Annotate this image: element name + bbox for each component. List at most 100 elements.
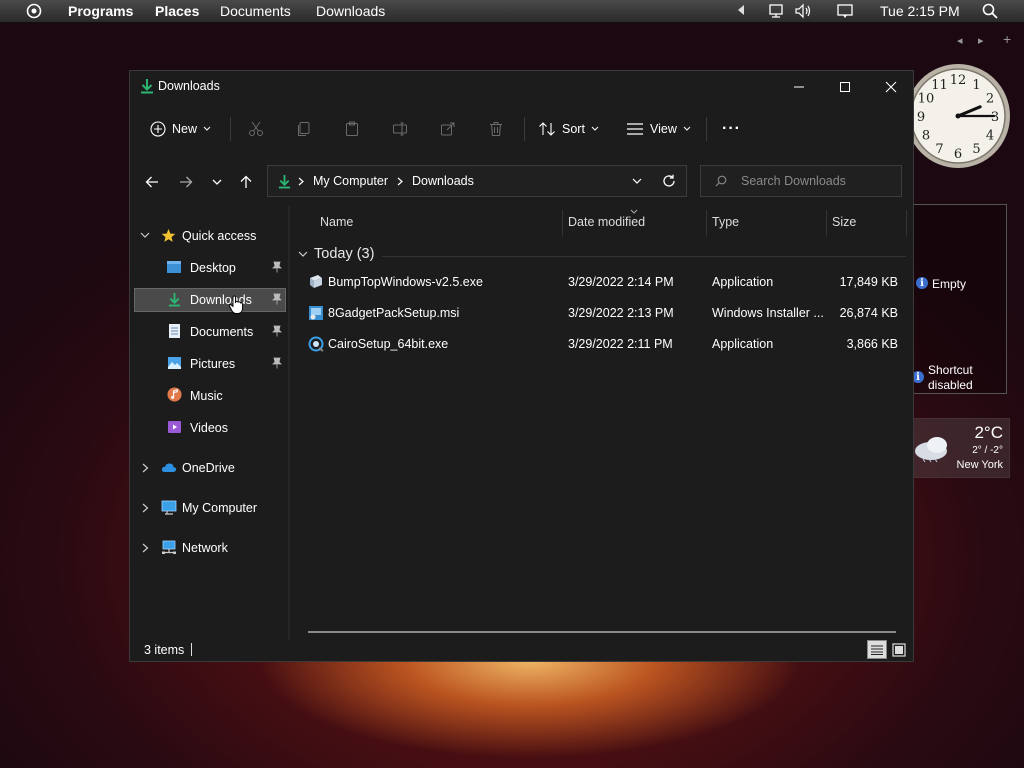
trash-icon xyxy=(490,122,502,136)
sidebar-item-my-computer[interactable]: My Computer xyxy=(134,496,286,520)
menu-documents[interactable]: Documents xyxy=(220,3,291,19)
column-header-name[interactable]: Name xyxy=(320,215,353,229)
sidebar-item-documents[interactable]: Documents xyxy=(134,320,286,344)
title-bar[interactable]: Downloads xyxy=(130,71,913,103)
horizontal-scrollbar[interactable] xyxy=(308,631,896,633)
share-icon xyxy=(441,122,455,136)
cairo-setup-icon xyxy=(308,336,324,352)
details-view-icon xyxy=(871,645,883,655)
table-row[interactable]: 8GadgetPackSetup.msi 3/29/2022 2:13 PM W… xyxy=(290,299,914,327)
gadget-next-icon[interactable]: ▸ xyxy=(978,34,984,47)
desktop-icon xyxy=(167,261,181,273)
up-button[interactable] xyxy=(236,172,256,192)
column-header-size[interactable]: Size xyxy=(832,215,856,229)
network-tray-icon[interactable] xyxy=(768,3,786,19)
recycle-status[interactable]: i Empty xyxy=(916,277,966,291)
tiles-view-button[interactable] xyxy=(889,640,909,659)
table-row[interactable]: BumpTopWindows-v2.5.exe 3/29/2022 2:14 P… xyxy=(290,268,914,296)
sidebar-item-downloads[interactable]: Downloads xyxy=(134,288,286,314)
new-label: New xyxy=(172,122,198,136)
column-header-date[interactable]: Date modified xyxy=(568,215,645,229)
breadcrumb-my-computer[interactable]: My Computer xyxy=(313,174,388,188)
sidebar-item-label: Documents xyxy=(190,325,254,339)
address-bar[interactable]: My Computer Downloads xyxy=(267,165,687,197)
action-center-icon[interactable] xyxy=(836,3,854,19)
tray-expand-icon[interactable] xyxy=(737,5,745,15)
sidebar-item-music[interactable]: Music xyxy=(134,384,286,408)
file-type: Windows Installer ... xyxy=(712,306,824,320)
new-button[interactable]: New xyxy=(150,109,211,149)
view-button[interactable]: View xyxy=(626,109,691,149)
group-header-today[interactable]: Today (3) xyxy=(298,246,374,262)
panel-clock[interactable]: Tue 2:15 PM xyxy=(880,3,960,19)
gadget-prev-icon[interactable]: ◂ xyxy=(957,34,963,47)
file-list-pane: Name Date modified Type Size Today (3) B… xyxy=(290,206,914,640)
clock-center xyxy=(955,113,961,119)
close-button[interactable] xyxy=(868,75,914,99)
sidebar-item-quick-access[interactable]: Quick access xyxy=(134,224,286,248)
search-icon xyxy=(715,175,727,187)
sidebar-item-desktop[interactable]: Desktop xyxy=(134,256,286,280)
forward-button[interactable] xyxy=(176,172,196,192)
command-bar: New Sort View ··· xyxy=(130,109,913,149)
gadget-add-icon[interactable]: + xyxy=(1003,31,1011,47)
weather-gadget[interactable]: 2°C 2° / -2° New York xyxy=(912,418,1010,478)
volume-tray-icon[interactable] xyxy=(794,3,814,19)
sidebar-item-videos[interactable]: Videos xyxy=(134,416,286,440)
weather-city: New York xyxy=(956,459,1003,471)
cloud-icon xyxy=(161,463,177,472)
menu-programs[interactable]: Programs xyxy=(68,3,133,19)
search-box[interactable]: Search Downloads xyxy=(700,165,902,197)
file-type: Application xyxy=(712,275,774,289)
table-row[interactable]: CairoSetup_64bit.exe 3/29/2022 2:11 PM A… xyxy=(290,330,914,358)
document-icon xyxy=(169,324,180,338)
more-options-button[interactable]: ··· xyxy=(722,109,741,149)
back-button[interactable] xyxy=(142,172,162,192)
recycle-bin-gadget: i Empty i Shortcut disabled xyxy=(905,204,1007,394)
minimize-button[interactable] xyxy=(776,75,822,99)
menu-downloads[interactable]: Downloads xyxy=(316,3,385,19)
top-panel: Programs Places Documents Downloads Tue … xyxy=(0,0,1024,23)
share-button[interactable] xyxy=(440,109,456,149)
file-size: 26,874 KB xyxy=(839,306,898,320)
details-view-button[interactable] xyxy=(867,640,887,659)
maximize-button[interactable] xyxy=(822,75,868,99)
tiles-view-icon xyxy=(892,642,906,657)
menu-places[interactable]: Places xyxy=(155,3,199,19)
sidebar-item-network[interactable]: Network xyxy=(134,536,286,560)
chevron-right-icon xyxy=(142,543,149,553)
rename-button[interactable] xyxy=(392,109,408,149)
maximize-icon xyxy=(840,82,850,92)
column-header-type[interactable]: Type xyxy=(712,215,739,229)
delete-button[interactable] xyxy=(488,109,504,149)
sidebar-item-label: Desktop xyxy=(190,261,236,275)
cloud-icon xyxy=(913,433,953,463)
installer-file-icon xyxy=(309,306,323,320)
paste-button[interactable] xyxy=(344,109,360,149)
address-history-icon[interactable] xyxy=(632,178,642,185)
shortcut-label: Shortcut xyxy=(928,363,973,377)
info-icon: i xyxy=(916,277,928,289)
clock-number: 2 xyxy=(986,92,994,107)
sidebar-item-label: Pictures xyxy=(190,357,236,371)
pin-icon xyxy=(272,261,282,273)
network-icon xyxy=(162,540,176,554)
cut-button[interactable] xyxy=(248,109,264,149)
plus-circle-icon xyxy=(150,121,166,137)
refresh-icon[interactable] xyxy=(662,174,676,188)
close-icon xyxy=(885,81,897,93)
copy-button[interactable] xyxy=(296,109,312,149)
breadcrumb-downloads[interactable]: Downloads xyxy=(412,174,474,188)
chevron-down-icon xyxy=(203,126,211,131)
sidebar-item-pictures[interactable]: Pictures xyxy=(134,352,286,376)
search-icon[interactable] xyxy=(982,3,998,19)
recent-locations-button[interactable] xyxy=(207,172,227,192)
file-name: CairoSetup_64bit.exe xyxy=(328,337,449,351)
file-date: 3/29/2022 2:13 PM xyxy=(568,306,674,320)
chevron-down-icon xyxy=(591,126,599,131)
start-orb-icon[interactable] xyxy=(26,3,42,19)
clock-gadget[interactable]: 12 1 2 3 4 5 6 7 8 9 10 11 xyxy=(902,52,1014,180)
sidebar-item-onedrive[interactable]: OneDrive xyxy=(134,456,286,480)
sort-button[interactable]: Sort xyxy=(538,109,599,149)
chevron-right-icon xyxy=(142,463,149,473)
